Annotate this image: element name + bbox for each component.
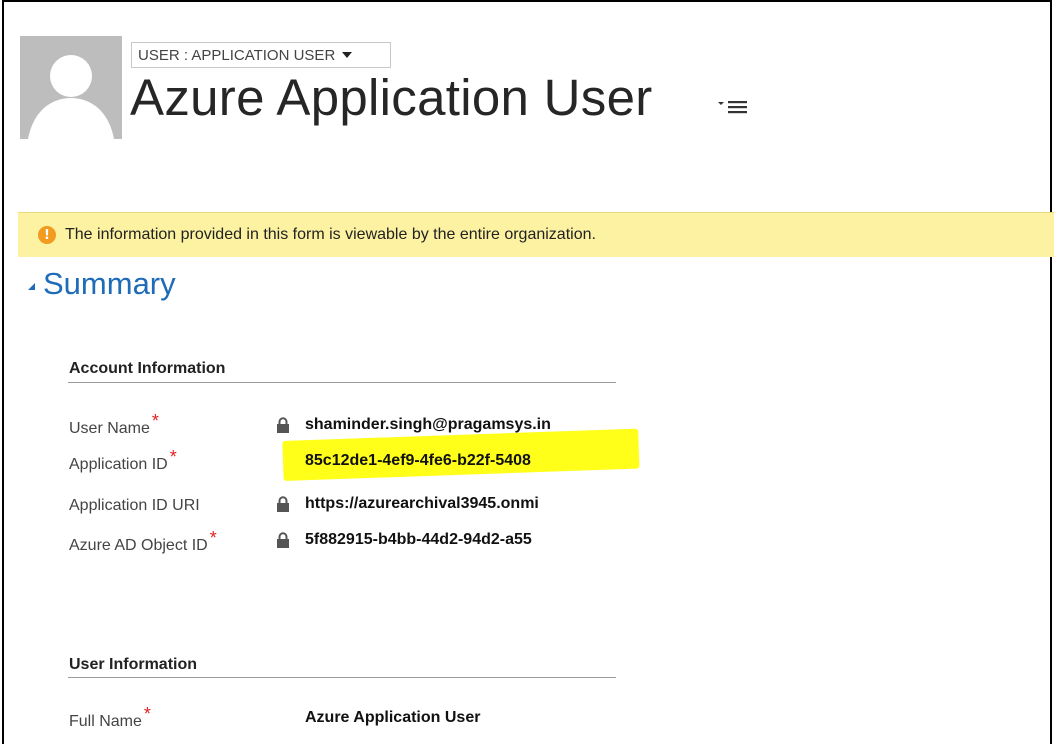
warning-icon: !: [38, 226, 56, 244]
lock-icon: [277, 417, 289, 433]
form-selector-label: USER : APPLICATION USER: [138, 46, 336, 64]
field-value-application-id-uri[interactable]: https://azurearchival3945.onmi: [305, 495, 615, 513]
required-marker: *: [209, 528, 217, 548]
account-information-divider: [68, 382, 616, 383]
field-label-application-id-uri: Application ID URI: [69, 497, 200, 514]
caret-down-icon: [342, 52, 353, 58]
field-value-user-name[interactable]: shaminder.singh@pragamsys.in: [305, 416, 615, 434]
lock-icon: [277, 532, 289, 548]
field-label-application-id: Application ID *: [69, 447, 177, 473]
record-title: Azure Application User: [130, 69, 653, 126]
user-information-divider: [68, 677, 616, 678]
triangle-collapse-icon: [28, 282, 35, 290]
field-value-azure-ad-object-id[interactable]: 5f882915-b4bb-44d2-94d2-a55: [305, 531, 615, 549]
form-selector[interactable]: USER : APPLICATION USER: [131, 42, 391, 68]
section-title: Summary: [43, 266, 176, 301]
section-summary-toggle[interactable]: Summary: [28, 266, 176, 302]
lock-icon: [277, 496, 289, 512]
account-information-title: Account Information: [69, 360, 226, 377]
required-marker: *: [151, 411, 159, 431]
field-label-user-name: User Name *: [69, 411, 159, 437]
notification-bar: ! The information provided in this form …: [18, 212, 1054, 257]
user-avatar[interactable]: [20, 36, 122, 139]
field-value-full-name[interactable]: Azure Application User: [305, 709, 615, 727]
notification-text: The information provided in this form is…: [65, 226, 596, 243]
required-marker: *: [143, 704, 151, 724]
user-information-title: User Information: [69, 656, 198, 673]
required-marker: *: [169, 447, 177, 467]
user-silhouette-icon: [20, 36, 122, 139]
field-label-azure-ad-object-id: Azure AD Object ID *: [69, 528, 217, 554]
field-label-full-name: Full Name *: [69, 704, 151, 730]
menu-lines-icon[interactable]: [716, 95, 750, 119]
field-value-application-id[interactable]: 85c12de1-4ef9-4fe6-b22f-5408: [305, 452, 640, 470]
